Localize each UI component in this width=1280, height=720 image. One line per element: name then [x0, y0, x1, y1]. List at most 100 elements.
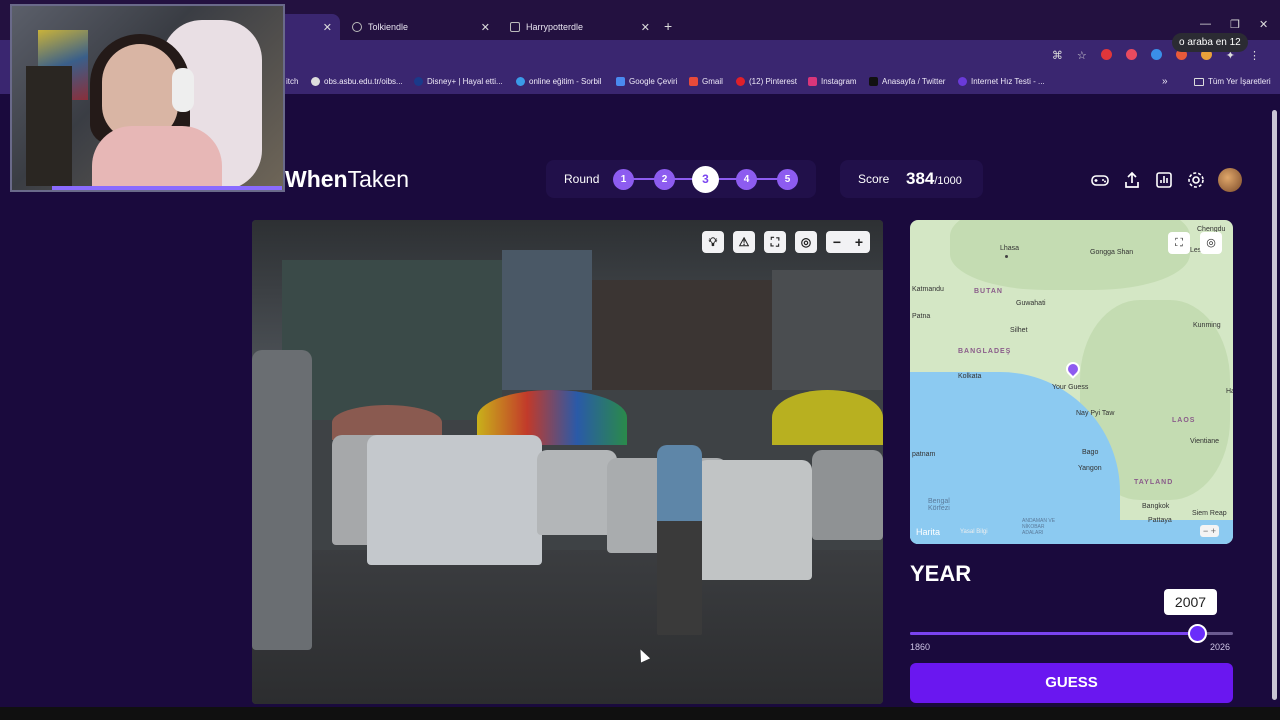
- warning-icon[interactable]: ⚠︎: [733, 231, 755, 253]
- round-label: Round: [564, 172, 600, 186]
- new-tab-button[interactable]: +: [664, 18, 672, 34]
- lightbulb-icon[interactable]: 💡︎: [702, 231, 724, 253]
- all-bookmarks-button[interactable]: Tüm Yer İşaretleri: [1194, 77, 1271, 86]
- bookmark-label: Internet Hız Testi - ...: [971, 77, 1045, 86]
- minimize-icon[interactable]: —: [1200, 18, 1211, 30]
- bookmark-item[interactable]: online eğitim - Sorbil: [516, 77, 601, 86]
- map-sea: [910, 520, 1233, 544]
- photo-vehicle: [367, 435, 542, 565]
- map-label: Bago: [1082, 449, 1099, 456]
- bookmark-item[interactable]: Gmail: [689, 77, 723, 86]
- map-label: Siem Reap: [1192, 510, 1227, 517]
- bookmark-label: Instagram: [821, 77, 857, 86]
- zoom-out-button[interactable]: −: [826, 231, 848, 253]
- map-label: Pattaya: [1148, 517, 1172, 524]
- tab-harrypotterdle[interactable]: Harrypotterdle ✕: [500, 14, 658, 40]
- site-logo[interactable]: WhenTaken: [285, 166, 409, 193]
- year-min-label: 1860: [910, 642, 931, 652]
- year-slider[interactable]: [910, 632, 1233, 635]
- tab-tolkiendle[interactable]: Tolkiendle ✕: [342, 14, 498, 40]
- translate-icon[interactable]: ⌘: [1052, 49, 1063, 62]
- close-tab-icon[interactable]: ✕: [323, 21, 332, 34]
- guess-photo[interactable]: 💡︎ ⚠︎ ⛶ ◎ − +: [252, 220, 883, 704]
- score-max: /1000: [934, 175, 962, 187]
- page-icon: [510, 22, 520, 32]
- streamer-body: [92, 126, 222, 190]
- year-max-label: 2026: [1210, 642, 1231, 652]
- bookmark-label: Gmail: [702, 77, 723, 86]
- avatar[interactable]: [1218, 168, 1242, 192]
- score-panel: Score 384/1000: [840, 160, 983, 198]
- star-icon[interactable]: ☆: [1077, 49, 1087, 62]
- sorbil-icon: [516, 77, 525, 86]
- webcam-overlay: [10, 4, 285, 192]
- speedtest-icon: [958, 77, 967, 86]
- bookmark-item[interactable]: Instagram: [808, 77, 857, 86]
- year-slider-thumb[interactable]: [1188, 624, 1208, 643]
- extension-icon[interactable]: [1150, 49, 1162, 60]
- bookmark-label: (12) Pinterest: [749, 77, 798, 86]
- stats-icon[interactable]: [1154, 170, 1174, 190]
- extension-icon[interactable]: [1125, 49, 1137, 60]
- pinterest-icon: [736, 77, 745, 86]
- scrollbar-thumb[interactable]: [1272, 110, 1277, 700]
- bookmark-label: Google Çeviri: [629, 77, 678, 86]
- bookmark-label: obs.asbu.edu.tr/oibs...: [324, 77, 403, 86]
- gamepad-icon[interactable]: [1090, 170, 1110, 190]
- photo-vehicle: [537, 450, 617, 535]
- globe-icon: [311, 77, 320, 86]
- map-legal-link[interactable]: Yasal Bilgi: [960, 529, 988, 535]
- bookmark-item[interactable]: Google Çeviri: [616, 77, 677, 86]
- round-dot-4: 4: [736, 169, 757, 190]
- round-indicator: Round 1 2 3 4 5: [546, 160, 816, 198]
- bookmark-item[interactable]: Anasayfa / Twitter: [869, 77, 945, 86]
- map-zoom-controls[interactable]: − +: [1200, 525, 1220, 537]
- guess-map[interactable]: Lhasa Gongga Shan Chengdu Leshan Katmand…: [910, 220, 1233, 544]
- photo-toolbar: 💡︎ ⚠︎ ⛶ ◎ − +: [702, 231, 870, 253]
- focus-icon[interactable]: ◎: [795, 231, 817, 253]
- logo-part2: Taken: [347, 166, 409, 192]
- taskbar-strip: [0, 707, 1280, 720]
- share-icon[interactable]: [1122, 170, 1142, 190]
- map-focus-icon[interactable]: ◎: [1200, 232, 1222, 254]
- photo-umbrella: [772, 390, 883, 445]
- bookmark-item[interactable]: obs.asbu.edu.tr/oibs...: [311, 77, 403, 86]
- gmail-icon: [689, 77, 698, 86]
- menu-icon[interactable]: ⋮: [1249, 49, 1260, 62]
- year-slider-fill: [910, 632, 1198, 635]
- zoom-in-button[interactable]: +: [848, 231, 870, 253]
- page-scrollbar[interactable]: [1270, 96, 1278, 704]
- close-tab-icon[interactable]: ✕: [481, 21, 490, 34]
- fullscreen-icon[interactable]: ⛶: [764, 231, 786, 253]
- map-label: Gongga Shan: [1090, 249, 1134, 256]
- bookmark-item[interactable]: itch: [286, 77, 298, 86]
- photo-vehicle: [252, 350, 312, 650]
- bookmark-item[interactable]: Internet Hız Testi - ...: [958, 77, 1045, 86]
- guess-button[interactable]: GUESS: [910, 663, 1233, 703]
- year-heading: YEAR: [910, 561, 972, 586]
- map-label: Nay Pyi Taw: [1076, 410, 1115, 417]
- map-fullscreen-icon[interactable]: ⛶: [1168, 232, 1190, 254]
- instagram-icon: [808, 77, 817, 86]
- map-label: LAOS: [1172, 417, 1196, 424]
- close-window-icon[interactable]: ✕: [1259, 18, 1268, 31]
- all-bookmarks-label: Tüm Yer İşaretleri: [1208, 77, 1271, 86]
- header-actions: [1090, 168, 1242, 192]
- photo-person: [657, 445, 702, 635]
- bookmark-item[interactable]: (12) Pinterest: [736, 77, 797, 86]
- webcam-glow: [52, 186, 282, 190]
- globe-icon: [352, 22, 362, 32]
- maximize-icon[interactable]: ❐: [1230, 18, 1240, 31]
- tab-label: Harrypotterdle: [526, 22, 584, 32]
- bookmark-item[interactable]: Disney+ | Hayal etti...: [414, 77, 503, 86]
- photo-building: [282, 260, 502, 420]
- settings-icon[interactable]: [1186, 170, 1206, 190]
- disney-icon: [414, 77, 423, 86]
- headset: [172, 68, 194, 112]
- round-dot-1: 1: [613, 169, 634, 190]
- bookmarks-more-icon[interactable]: »: [1162, 76, 1168, 87]
- photo-zoom-controls: − +: [826, 231, 870, 253]
- extension-icon[interactable]: [1100, 49, 1112, 60]
- close-tab-icon[interactable]: ✕: [641, 21, 650, 34]
- year-value-bubble: 2007: [1164, 589, 1217, 615]
